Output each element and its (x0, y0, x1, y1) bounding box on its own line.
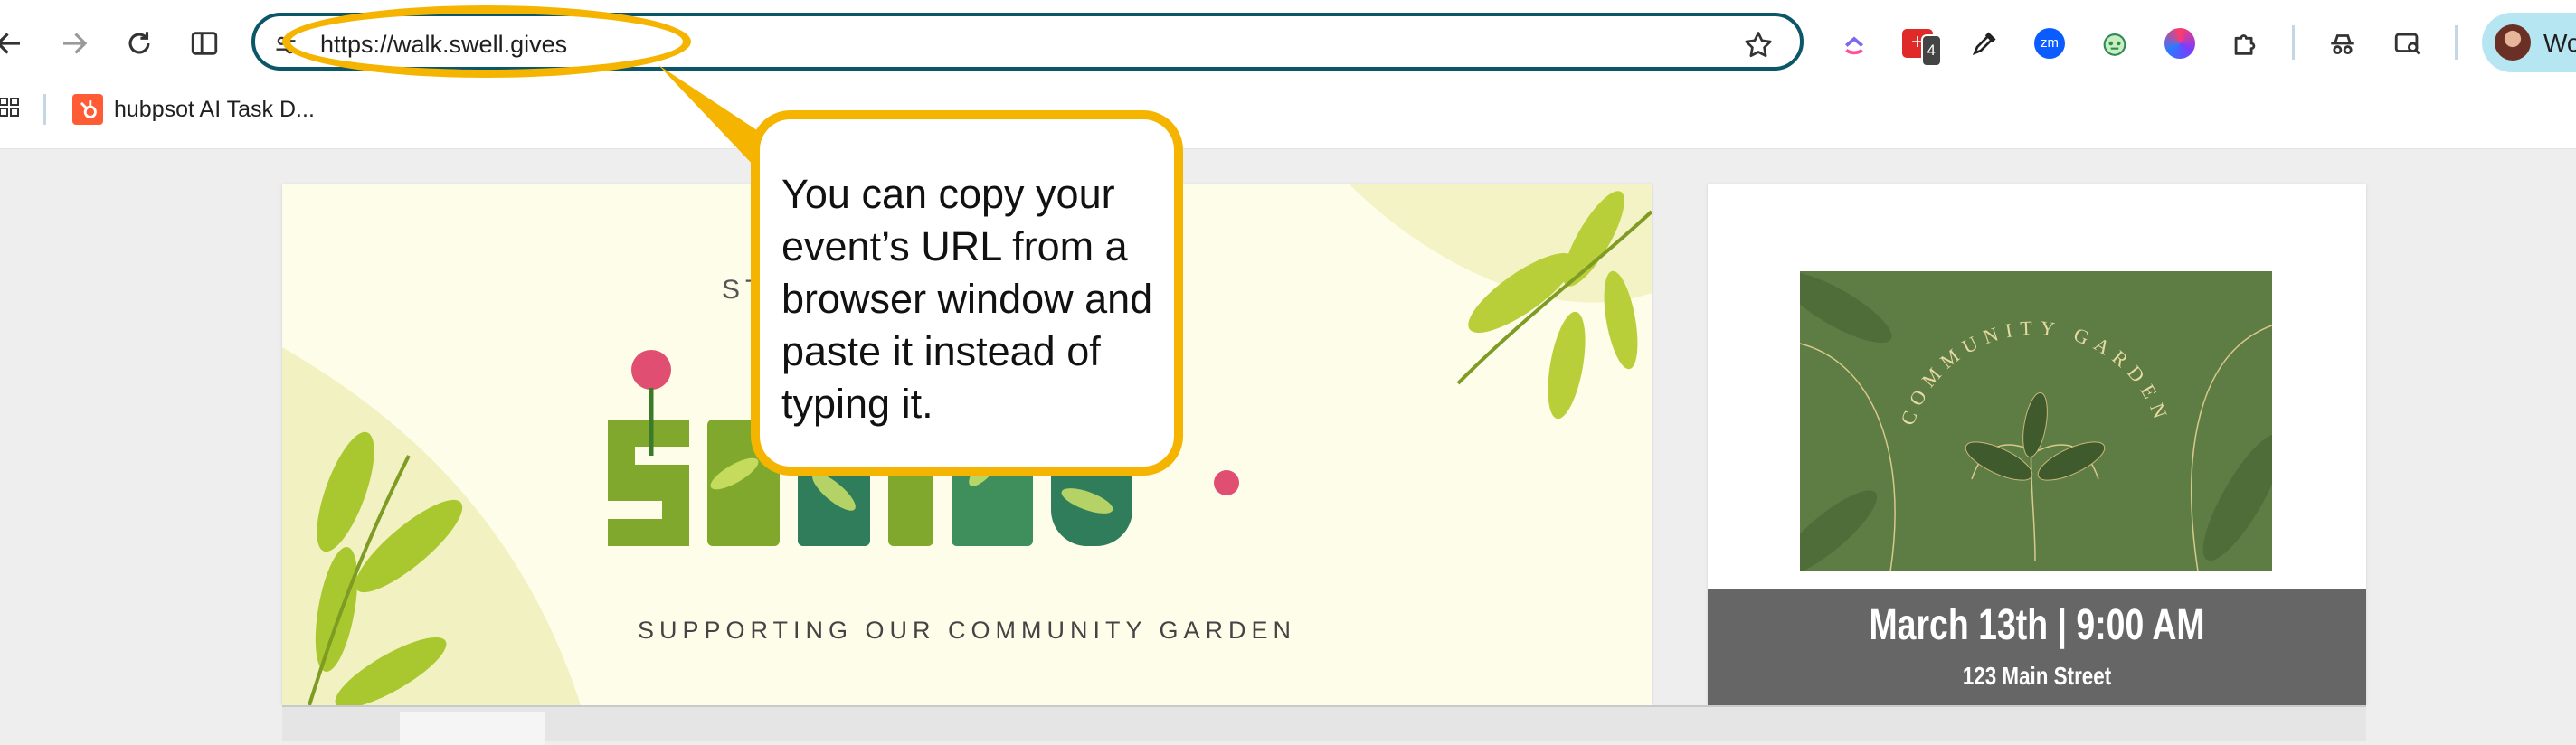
toolbar-separator (2455, 25, 2458, 60)
hero-subtitle: SUPPORTING OUR COMMUNITY GARDEN (637, 617, 1297, 644)
back-button[interactable] (0, 20, 33, 67)
zoom-extension[interactable]: zm (2030, 24, 2069, 63)
instruction-callout: You can copy your event’s URL from a bro… (751, 110, 1183, 476)
garden-leaves-artwork: COMMUNITY GARDEN (1800, 271, 2272, 571)
swirl-icon (2164, 28, 2195, 59)
event-date-time: March 13th | 9:00 AM (1869, 601, 2205, 649)
reload-button[interactable] (116, 20, 163, 67)
bookmark-item-hubspot[interactable]: hubpsot AI Task D... (114, 97, 315, 123)
eyedropper-icon (1972, 32, 1996, 56)
bookmark-star-icon[interactable] (1742, 29, 1775, 61)
lower-tab[interactable] (400, 712, 545, 745)
grammar-extension[interactable] (2095, 24, 2135, 63)
robot-icon (2103, 33, 2126, 56)
split-view-icon (191, 32, 218, 55)
hubspot-icon[interactable] (72, 94, 103, 125)
assistant-extension[interactable] (2160, 24, 2200, 63)
puzzle-icon (2234, 34, 2256, 55)
clickup-extension[interactable] (1834, 24, 1874, 63)
bookmarks-separator (43, 94, 46, 125)
back-arrow-icon (0, 33, 20, 54)
color-picker-extension[interactable] (1965, 24, 2004, 63)
tab-search-icon (2394, 33, 2420, 55)
apps-grid-icon[interactable] (0, 98, 20, 125)
profile-name: Wo (2543, 29, 2576, 57)
zoom-icon: zm (2034, 28, 2065, 59)
spy-icon (2331, 34, 2354, 55)
page-lower-toolbar (282, 705, 2366, 745)
incognito-button[interactable] (2323, 24, 2363, 63)
event-info-card: COMMUNITY GARDEN March 13th | 9:00 AM 12… (1708, 184, 2366, 705)
extension-badge: 4 (1920, 34, 1942, 67)
reload-icon (128, 32, 150, 54)
tab-search-button[interactable] (2388, 24, 2428, 63)
calendar-plus-icon: + 4 (1902, 29, 1942, 67)
forward-arrow-icon (63, 33, 88, 54)
forward-button[interactable] (51, 20, 98, 67)
avatar (2495, 24, 2531, 61)
community-garden-image: COMMUNITY GARDEN (1800, 271, 2272, 571)
callout-text: You can copy your event’s URL from a bro… (781, 171, 1153, 427)
side-panel-button[interactable] (181, 20, 228, 67)
toolbar-separator (2292, 25, 2295, 60)
event-date-banner: March 13th | 9:00 AM 123 Main Street (1708, 589, 2366, 705)
extensions-menu-button[interactable] (2225, 24, 2265, 63)
clickup-icon (1845, 36, 1863, 55)
hubspot-sprocket-icon (80, 100, 97, 118)
bookmarks-bar (0, 85, 2576, 149)
event-address: 123 Main Street (1962, 662, 2112, 690)
profile-button[interactable]: Wo (2482, 13, 2576, 72)
url-highlight-ellipse (282, 5, 691, 78)
tasks-extension[interactable]: + 4 (1898, 24, 1942, 67)
